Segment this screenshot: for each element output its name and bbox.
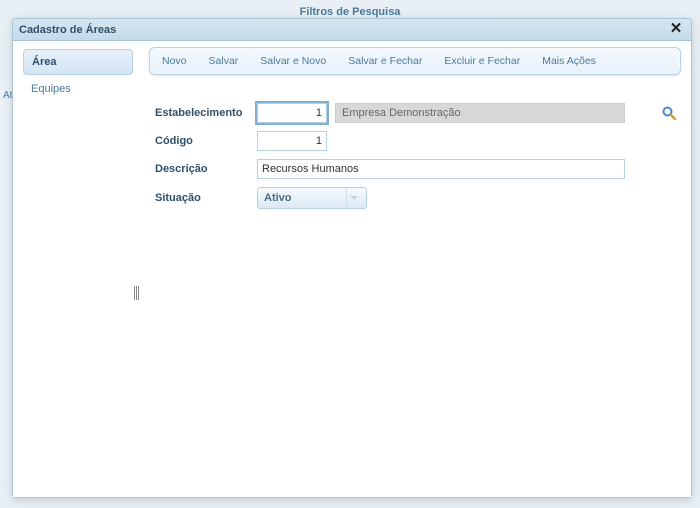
close-button[interactable]: ✕ xyxy=(667,21,685,39)
display-estabelecimento: Empresa Demonstração xyxy=(335,103,625,123)
row-descricao: Descrição xyxy=(155,159,681,179)
row-codigo: Código xyxy=(155,131,681,151)
row-situacao: Situação Ativo xyxy=(155,187,681,209)
row-estabelecimento: Estabelecimento Empresa Demonstração xyxy=(155,103,681,123)
splitter-handle[interactable] xyxy=(134,286,140,300)
input-descricao[interactable] xyxy=(257,159,625,179)
dialog-titlebar[interactable]: Cadastro de Áreas ✕ xyxy=(13,19,691,41)
left-tabs: Área Equipes xyxy=(13,41,143,497)
salvar-fechar-button[interactable]: Salvar e Fechar xyxy=(348,55,422,67)
select-situacao-value: Ativo xyxy=(264,192,292,204)
novo-button[interactable]: Novo xyxy=(162,55,187,67)
close-icon: ✕ xyxy=(670,20,683,37)
dialog: Cadastro de Áreas ✕ Área Equipes Novo Sa… xyxy=(12,18,692,498)
toolbar: Novo Salvar Salvar e Novo Salvar e Fecha… xyxy=(149,47,681,75)
dialog-body: Área Equipes Novo Salvar Salvar e Novo S… xyxy=(13,41,691,497)
tab-area[interactable]: Área xyxy=(23,49,133,75)
label-estabelecimento: Estabelecimento xyxy=(155,107,257,119)
chevron-down-icon xyxy=(346,188,360,208)
search-icon[interactable] xyxy=(661,105,677,121)
right-content: Novo Salvar Salvar e Novo Salvar e Fecha… xyxy=(143,41,691,497)
background-title: Filtros de Pesquisa xyxy=(300,6,401,18)
salvar-button[interactable]: Salvar xyxy=(209,55,239,67)
salvar-novo-button[interactable]: Salvar e Novo xyxy=(260,55,326,67)
input-estabelecimento[interactable] xyxy=(257,103,327,123)
select-situacao[interactable]: Ativo xyxy=(257,187,367,209)
label-codigo: Código xyxy=(155,135,257,147)
dialog-title: Cadastro de Áreas xyxy=(19,24,667,36)
mais-acoes-button[interactable]: Mais Ações xyxy=(542,55,596,67)
label-situacao: Situação xyxy=(155,192,257,204)
input-codigo[interactable] xyxy=(257,131,327,151)
label-descricao: Descrição xyxy=(155,163,257,175)
excluir-fechar-button[interactable]: Excluir e Fechar xyxy=(444,55,520,67)
tab-equipes[interactable]: Equipes xyxy=(23,77,133,101)
form: Estabelecimento Empresa Demonstração Cód… xyxy=(149,103,681,209)
